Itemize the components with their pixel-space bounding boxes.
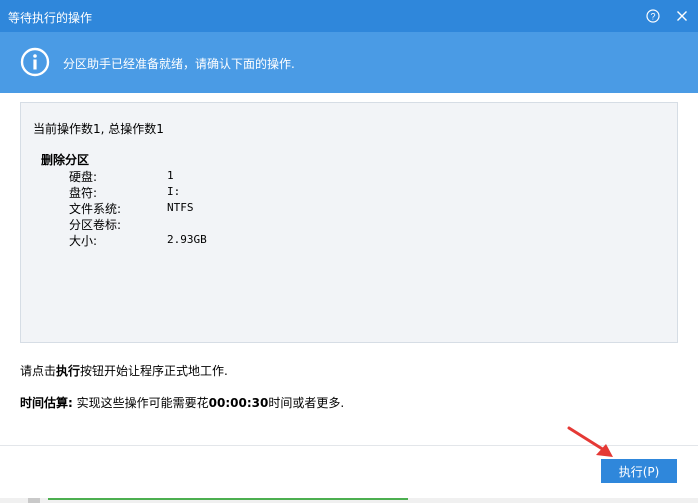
hint-suffix: 按钮开始让程序正式地工作. bbox=[80, 364, 228, 378]
banner-message: 分区助手已经准备就绪，请确认下面的操作. bbox=[63, 57, 295, 71]
help-icon[interactable]: ? bbox=[644, 7, 662, 25]
operations-summary: 当前操作数1, 总操作数1 bbox=[33, 122, 164, 136]
info-banner: 分区助手已经准备就绪，请确认下面的操作. bbox=[0, 32, 698, 93]
field-label-size: 大小: bbox=[69, 234, 98, 248]
execute-hint: 请点击执行按钮开始让程序正式地工作. bbox=[20, 362, 228, 379]
field-label-drive-letter: 盘符: bbox=[69, 186, 98, 200]
field-value-size: 2.93GB bbox=[167, 233, 207, 246]
estimate-label: 时间估算: bbox=[20, 396, 73, 410]
window-title: 等待执行的操作 bbox=[8, 11, 93, 25]
estimate-text-before: 实现这些操作可能需要花 bbox=[72, 396, 209, 410]
estimate-time: 00:00:30 bbox=[208, 396, 269, 410]
hint-prefix: 请点击 bbox=[20, 364, 57, 378]
field-label-disk: 硬盘: bbox=[69, 170, 98, 184]
svg-text:?: ? bbox=[650, 12, 655, 22]
info-circle-icon bbox=[20, 47, 50, 77]
bottom-strip bbox=[0, 498, 698, 503]
bottom-strip-segment bbox=[28, 498, 40, 503]
operation-title: 删除分区 bbox=[41, 153, 90, 167]
field-value-disk: 1 bbox=[167, 169, 174, 182]
field-label-volume-label: 分区卷标: bbox=[69, 218, 122, 232]
close-icon[interactable] bbox=[673, 7, 691, 25]
hint-bold: 执行 bbox=[56, 364, 81, 378]
time-estimate: 时间估算: 实现这些操作可能需要花00:00:30时间或者更多. bbox=[20, 394, 344, 411]
execute-button[interactable]: 执行(P) bbox=[601, 459, 677, 483]
estimate-text-after: 时间或者更多. bbox=[268, 396, 345, 410]
title-bar: 等待执行的操作 ? bbox=[0, 0, 698, 32]
field-value-drive-letter: I: bbox=[167, 185, 181, 198]
operations-list: 当前操作数1, 总操作数1 删除分区 硬盘: 1 盘符: I: 文件系统: NT… bbox=[20, 102, 678, 343]
red-arrow-icon bbox=[567, 426, 613, 457]
field-label-filesystem: 文件系统: bbox=[69, 202, 122, 216]
bottom-strip-progress bbox=[48, 498, 408, 500]
field-value-filesystem: NTFS bbox=[167, 201, 194, 214]
